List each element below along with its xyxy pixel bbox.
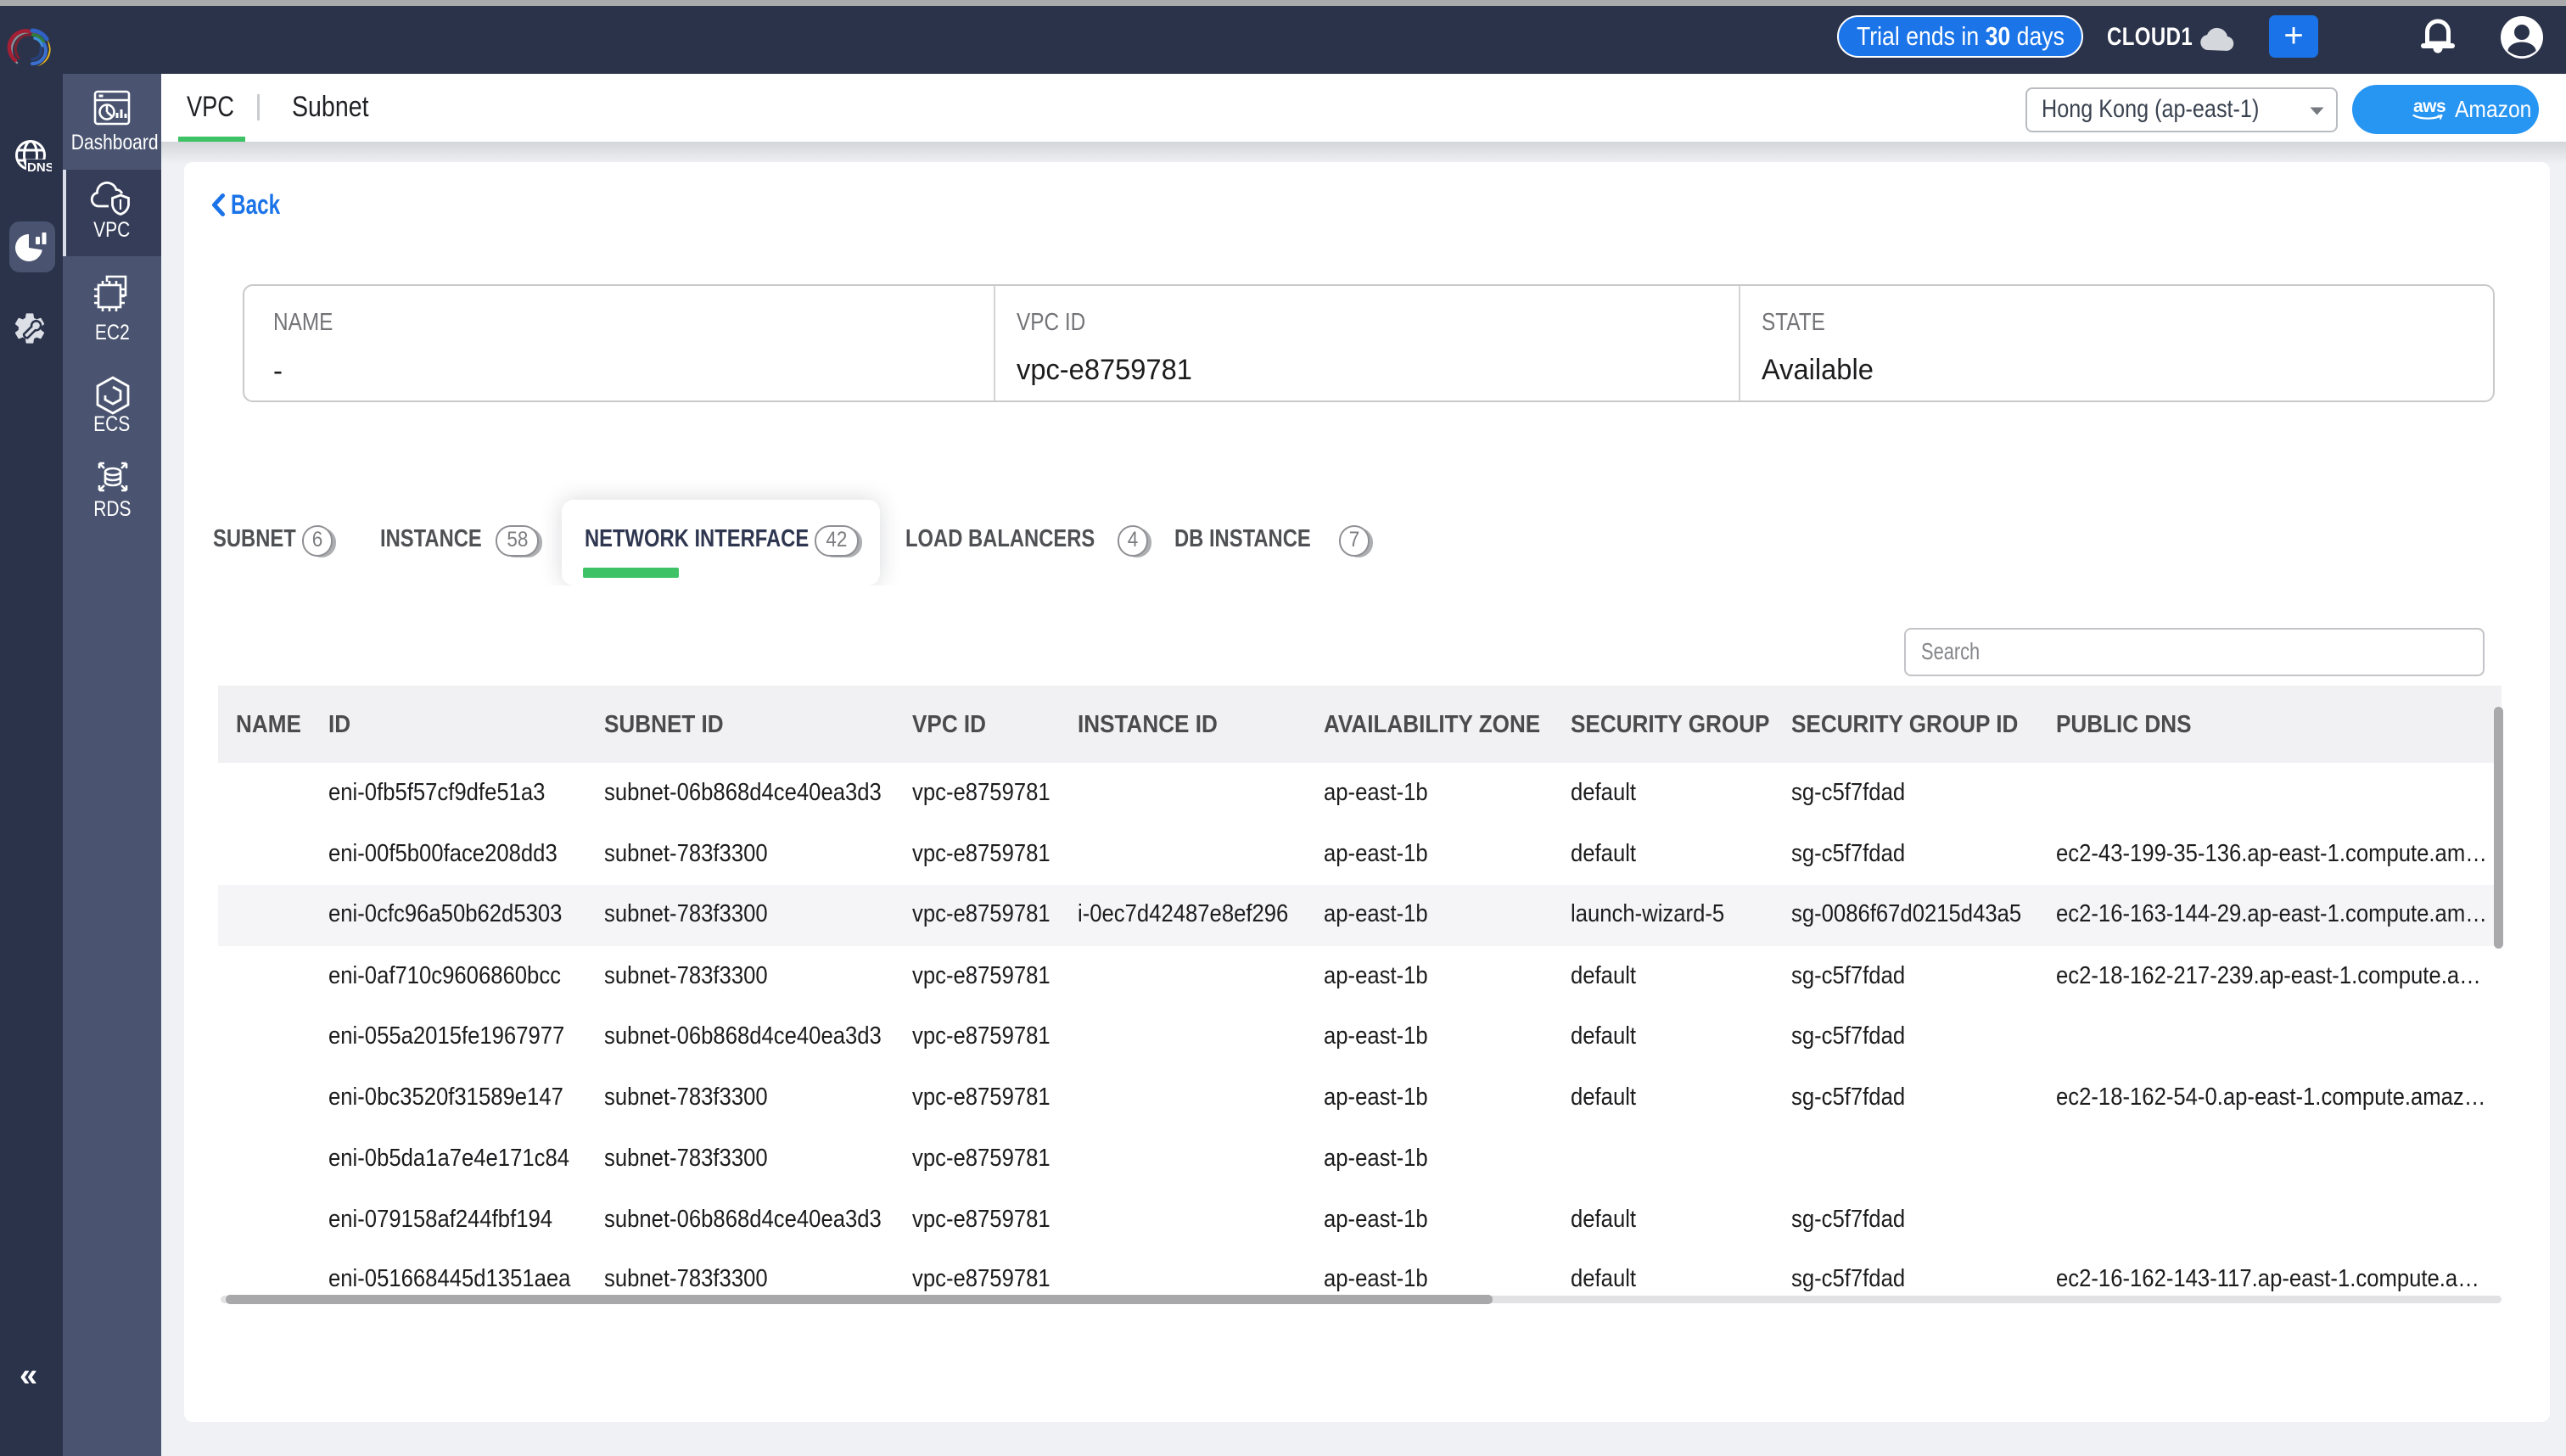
svg-text:DNS: DNS	[27, 160, 52, 175]
svg-text:aws: aws	[2413, 97, 2446, 116]
